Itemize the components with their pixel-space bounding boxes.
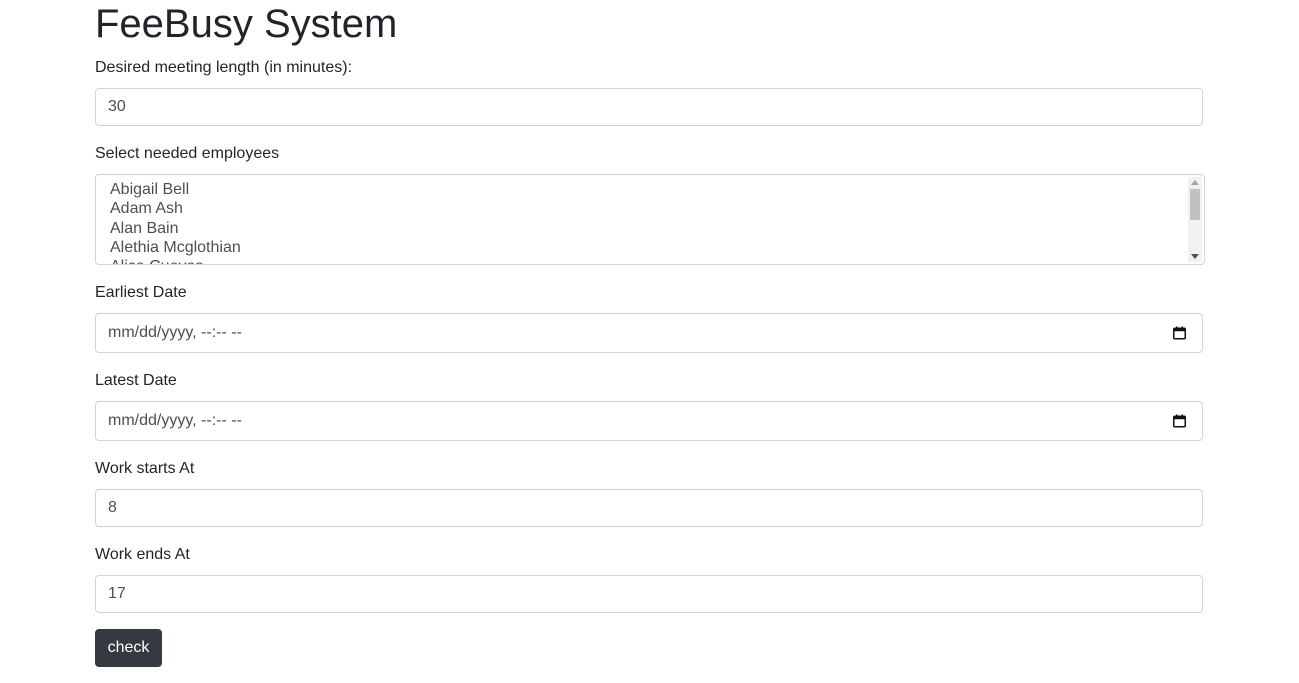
calendar-icon[interactable] (1173, 326, 1186, 340)
employee-option[interactable]: Adam Ash (110, 199, 1204, 218)
meeting-length-label: Desired meeting length (in minutes): (95, 59, 353, 76)
page-title: FeeBusy System (95, 2, 398, 46)
employee-option[interactable]: Alice Cuevas (110, 257, 1204, 264)
employees-label: Select needed employees (95, 145, 280, 162)
earliest-date-input[interactable]: mm/dd/yyyy, --:-- -- (95, 313, 1203, 353)
earliest-date-label: Earliest Date (95, 284, 187, 301)
employees-scrollbar[interactable] (1188, 177, 1202, 262)
employee-option[interactable]: Alethia Mcglothian (110, 238, 1204, 257)
work-start-value: 8 (108, 499, 117, 516)
scroll-down-arrow-icon[interactable] (1191, 254, 1199, 259)
employee-option[interactable]: Alan Bain (110, 219, 1204, 238)
work-start-label: Work starts At (95, 460, 195, 477)
work-start-input[interactable]: 8 (95, 489, 1203, 527)
latest-date-placeholder: mm/dd/yyyy, --:-- -- (108, 412, 242, 429)
work-end-value: 17 (108, 585, 126, 602)
employee-options-list: Abigail Bell Adam Ash Alan Bain Alethia Mcg… (96, 175, 1204, 264)
check-button[interactable]: check (95, 629, 162, 667)
scroll-up-arrow-icon[interactable] (1191, 180, 1199, 185)
earliest-date-placeholder: mm/dd/yyyy, --:-- -- (108, 324, 242, 341)
work-end-label: Work ends At (95, 546, 190, 563)
meeting-length-input[interactable]: 30 (95, 88, 1203, 126)
work-end-input[interactable]: 17 (95, 575, 1203, 613)
employees-select[interactable]: Abigail Bell Adam Ash Alan Bain Alethia Mcg… (95, 174, 1205, 265)
latest-date-input[interactable]: mm/dd/yyyy, --:-- -- (95, 401, 1203, 441)
scroll-thumb[interactable] (1190, 189, 1200, 220)
meeting-length-value: 30 (108, 98, 126, 115)
latest-date-label: Latest Date (95, 372, 177, 389)
calendar-icon[interactable] (1173, 414, 1186, 428)
employee-option[interactable]: Abigail Bell (110, 180, 1204, 199)
